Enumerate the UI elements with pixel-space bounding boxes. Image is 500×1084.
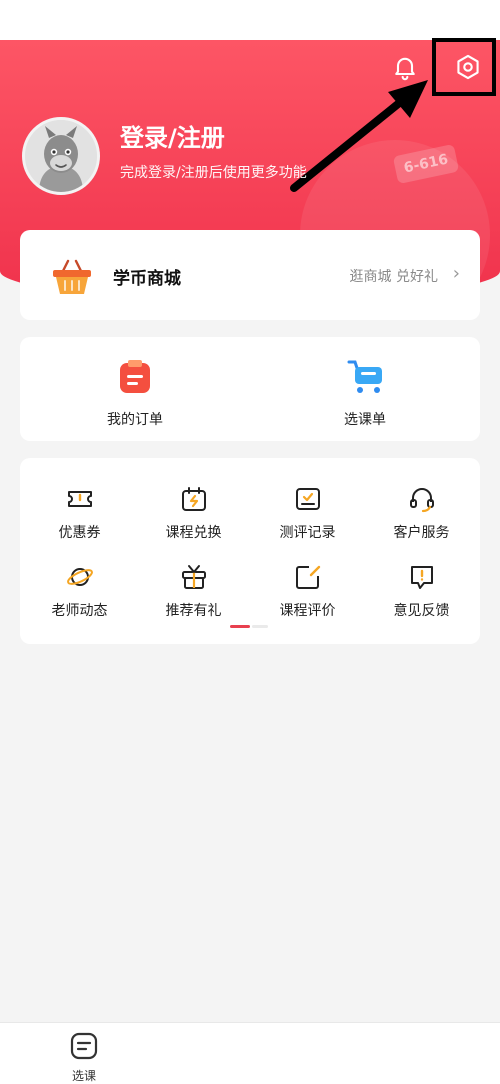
cart-icon: [347, 360, 382, 393]
feedback-button[interactable]: 意见反馈: [364, 560, 479, 620]
avatar[interactable]: [22, 117, 100, 195]
assessment-record-label: 测评记录: [279, 525, 336, 541]
teacher-updates-button[interactable]: 老师动态: [22, 560, 137, 620]
customer-service-label: 客户服务: [393, 525, 450, 541]
coupon-button[interactable]: 优惠券: [22, 482, 137, 542]
notification-button[interactable]: [385, 47, 425, 87]
coin-mall-link[interactable]: 逛商城 兑好礼: [350, 266, 438, 286]
headset-icon: [409, 488, 434, 513]
avatar-mascot-icon: [25, 120, 97, 192]
coupon-icon: [67, 491, 92, 507]
coin-mall-title: 学币商城: [113, 269, 181, 289]
edit-review-icon: [295, 565, 320, 589]
course-review-label: 课程评价: [279, 603, 336, 619]
settings-button[interactable]: [448, 47, 488, 87]
course-exchange-button[interactable]: 课程兑换: [136, 482, 251, 542]
teacher-updates-label: 老师动态: [51, 603, 108, 619]
assessment-record-icon: [295, 488, 320, 510]
gift-icon: [181, 565, 206, 589]
coupon-label: 优惠券: [58, 525, 101, 541]
my-orders-label: 我的订单: [107, 412, 163, 428]
status-bar: [0, 0, 500, 40]
course-exchange-label: 课程兑换: [165, 525, 222, 541]
referral-gift-button[interactable]: 推荐有礼: [136, 560, 251, 620]
calendar-exchange-icon: [181, 487, 206, 511]
course-icon: [70, 1032, 98, 1060]
settings-gear-icon: [457, 54, 479, 80]
login-register-link[interactable]: 登录/注册: [120, 118, 225, 153]
course-cart-label: 选课单: [344, 412, 386, 428]
bell-icon: [395, 57, 415, 81]
feedback-label: 意见反馈: [393, 603, 450, 619]
services-card: 优惠券 课程兑换 测评记录 客户服务 老师动态 推荐有礼 课程评价 意见反馈: [20, 458, 480, 644]
course-review-button[interactable]: 课程评价: [250, 560, 365, 620]
clipboard-icon: [120, 360, 150, 393]
customer-service-button[interactable]: 客户服务: [364, 482, 479, 542]
chevron-right-icon: ›: [452, 263, 460, 284]
coin-mall-card[interactable]: 学币商城 逛商城 兑好礼 ›: [20, 230, 480, 320]
bottom-tab-bar: 选课: [0, 1022, 500, 1084]
feedback-icon: [410, 566, 433, 589]
page-indicator-active: [230, 625, 250, 628]
page-indicator-inactive: [252, 625, 268, 628]
course-cart-button[interactable]: 选课单: [305, 357, 425, 429]
basket-icon: [53, 259, 91, 294]
referral-gift-label: 推荐有礼: [165, 603, 222, 619]
login-hint: 完成登录/注册后使用更多功能: [120, 165, 307, 181]
my-orders-button[interactable]: 我的订单: [75, 357, 195, 429]
page-indicator: [230, 625, 270, 629]
tab-course-label: 选课: [71, 1069, 96, 1083]
planet-icon: [66, 568, 93, 586]
assessment-record-button[interactable]: 测评记录: [250, 482, 365, 542]
orders-card: 我的订单 选课单: [20, 337, 480, 441]
tab-course-selection[interactable]: 选课: [60, 1031, 108, 1084]
